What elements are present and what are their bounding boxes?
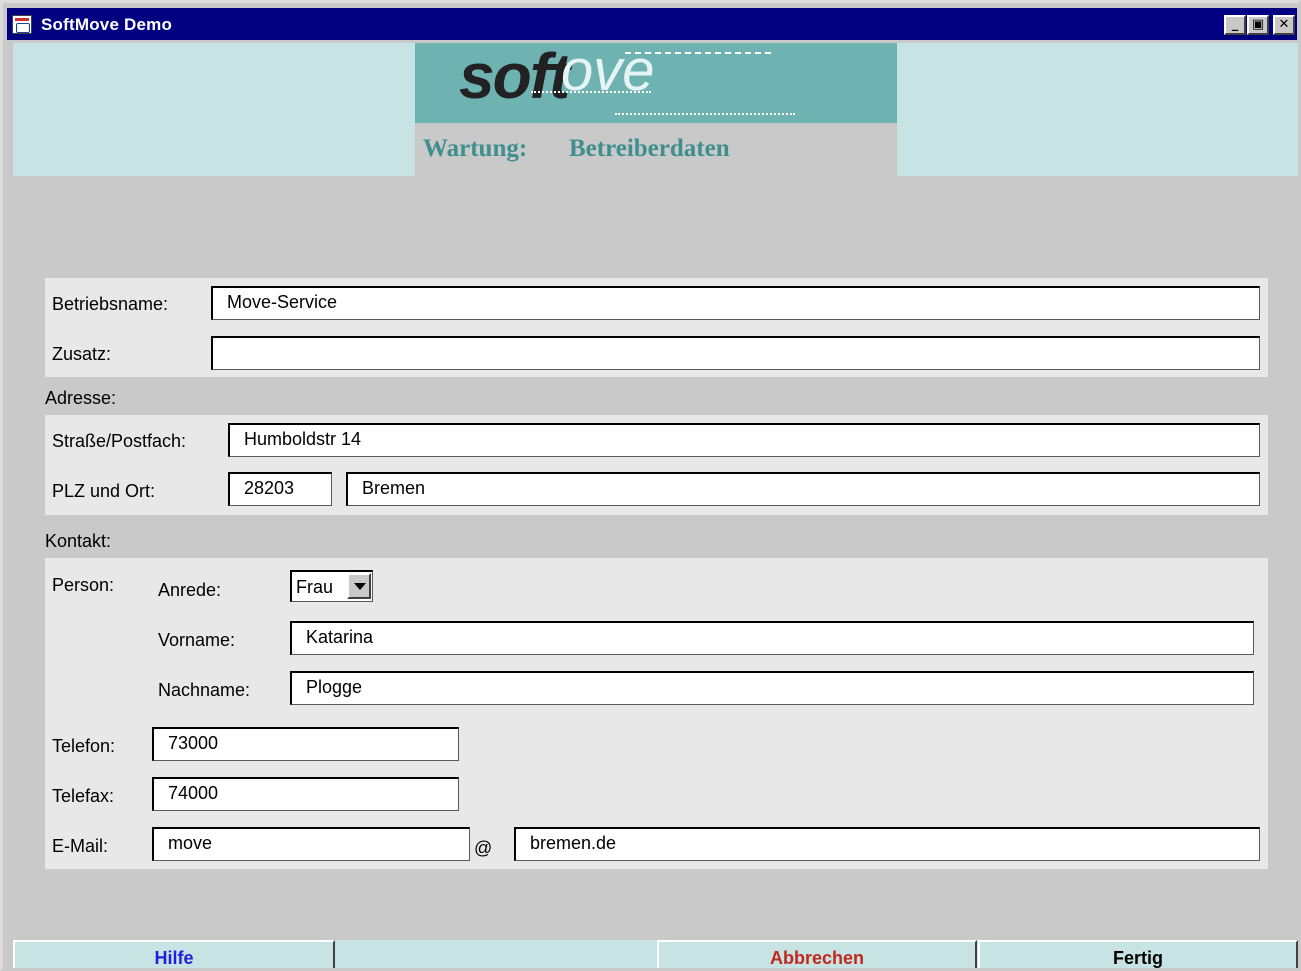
- phone-field[interactable]: 73000: [152, 727, 459, 761]
- salutation-value: Frau: [296, 577, 334, 597]
- street-label: Straße/Postfach:: [52, 431, 187, 451]
- help-button[interactable]: Hilfe: [13, 940, 335, 968]
- at-sign: @: [474, 838, 493, 858]
- restore-button[interactable]: ▣: [1247, 15, 1269, 35]
- last-name-label: Nachname:: [158, 680, 251, 700]
- title-bar[interactable]: SoftMove Demo _ ▣ ✕: [7, 8, 1297, 40]
- street-field[interactable]: Humboldstr 14: [228, 423, 1260, 457]
- address-section-label: Adresse:: [45, 388, 117, 408]
- company-name-field[interactable]: Move-Service: [211, 286, 1260, 320]
- contact-section-label: Kontakt:: [45, 531, 112, 551]
- section-heading: Wartung:: [423, 135, 528, 162]
- logo-area: soft ove Wartung: Betreiberdaten: [415, 38, 897, 176]
- email-domain-field[interactable]: bremen.de: [514, 827, 1260, 861]
- person-label: Person:: [52, 575, 115, 595]
- cancel-button[interactable]: Abbrechen: [657, 940, 977, 968]
- salutation-label: Anrede:: [158, 580, 222, 600]
- last-name-field[interactable]: Plogge: [290, 671, 1254, 705]
- page-title: Betreiberdaten: [569, 135, 730, 162]
- close-button[interactable]: ✕: [1273, 15, 1295, 35]
- application-window: SoftMove Demo _ ▣ ✕ soft ove Wartung: Be…: [0, 0, 1301, 971]
- fax-label: Telefax:: [52, 786, 115, 806]
- window-title: SoftMove Demo: [41, 15, 173, 34]
- logo-text-move: ove: [561, 38, 655, 103]
- fax-field[interactable]: 74000: [152, 777, 459, 811]
- email-user-field[interactable]: move: [152, 827, 470, 861]
- logo-dash-line: [625, 52, 771, 54]
- softmove-logo: soft ove: [415, 38, 897, 123]
- done-button[interactable]: Fertig: [978, 940, 1298, 968]
- logo-text-soft: soft: [459, 40, 570, 112]
- app-icon[interactable]: [12, 15, 32, 34]
- chevron-down-icon[interactable]: [347, 573, 371, 599]
- salutation-select[interactable]: Frau: [290, 570, 373, 602]
- city-field[interactable]: Bremen: [346, 472, 1260, 506]
- phone-label: Telefon:: [52, 736, 116, 756]
- contact-panel: [45, 558, 1268, 869]
- first-name-label: Vorname:: [158, 630, 236, 650]
- company-name-label: Betriebsname:: [52, 294, 169, 314]
- addition-label: Zusatz:: [52, 344, 112, 364]
- logo-dot-line: [615, 113, 795, 115]
- addition-field[interactable]: [211, 336, 1260, 370]
- zip-field[interactable]: 28203: [228, 472, 332, 506]
- first-name-field[interactable]: Katarina: [290, 621, 1254, 655]
- minimize-button[interactable]: _: [1224, 15, 1246, 35]
- logo-dot-line: [531, 91, 651, 93]
- email-label: E-Mail:: [52, 836, 109, 856]
- zip-city-label: PLZ und Ort:: [52, 481, 156, 501]
